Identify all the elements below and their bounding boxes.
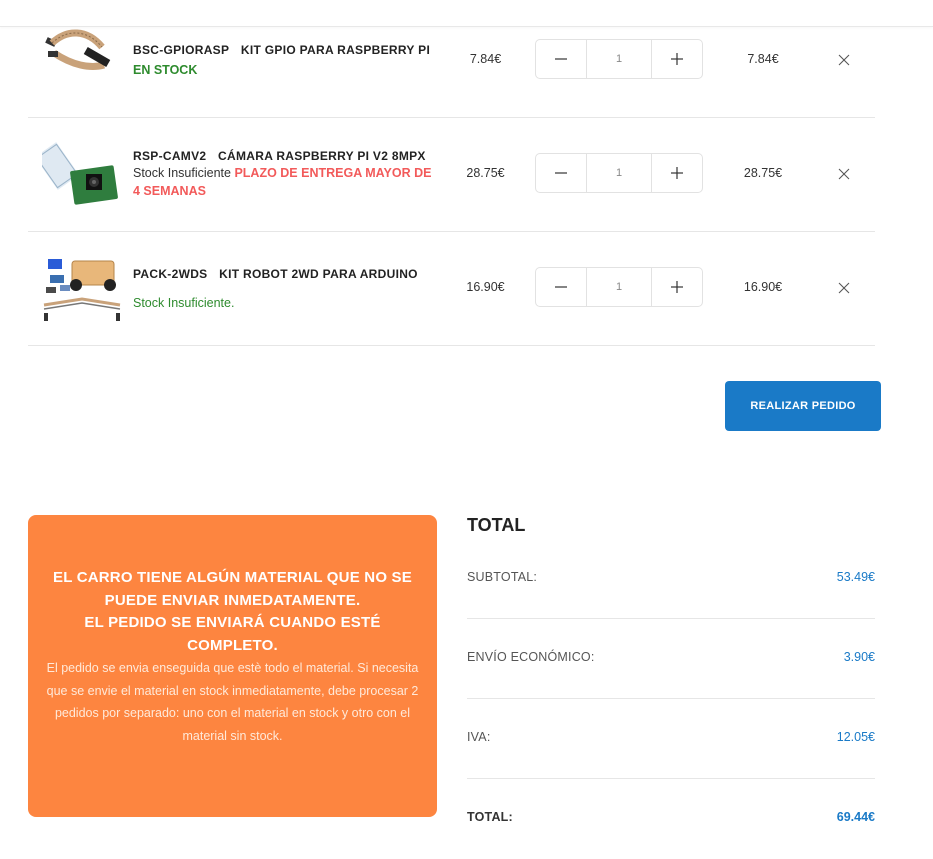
stock-status-label: EN STOCK bbox=[133, 63, 198, 77]
product-name[interactable]: RSP-CAMV2 CÁMARA RASPBERRY PI V2 8MPX bbox=[133, 149, 426, 163]
stock-status: Stock Insuficiente. bbox=[133, 294, 433, 312]
product-sku: PACK-2WDS bbox=[133, 267, 208, 281]
quantity-stepper: 1 bbox=[535, 267, 703, 307]
quantity-input[interactable]: 1 bbox=[586, 154, 652, 192]
cart-item-row: RSP-CAMV2 CÁMARA RASPBERRY PI V2 8MPX St… bbox=[28, 117, 875, 232]
summary-label: ENVÍO ECONÓMICO: bbox=[467, 650, 595, 664]
decrease-quantity-button[interactable] bbox=[536, 40, 586, 78]
line-total: 28.75€ bbox=[743, 166, 783, 180]
plus-icon bbox=[671, 53, 683, 65]
summary-row-shipping: ENVÍO ECONÓMICO: 3.90€ bbox=[467, 619, 875, 699]
minus-icon bbox=[555, 172, 567, 174]
quantity-input[interactable]: 1 bbox=[586, 268, 652, 306]
summary-label: IVA: bbox=[467, 730, 491, 744]
plus-icon bbox=[671, 167, 683, 179]
close-icon bbox=[838, 168, 850, 180]
product-title: CÁMARA RASPBERRY PI V2 8MPX bbox=[218, 149, 426, 163]
cart-item-row: BSC-GPIORASP KIT GPIO PARA RASPBERRY PI … bbox=[28, 3, 875, 118]
unit-price: 16.90€ bbox=[466, 280, 505, 294]
summary-row-subtotal: SUBTOTAL: 53.49€ bbox=[467, 539, 875, 619]
stock-status-label: Stock Insuficiente. bbox=[133, 296, 235, 310]
notice-headline-secondary: EL PEDIDO SE ENVIARÁ CUANDO ESTÉ COMPLET… bbox=[84, 614, 381, 654]
stock-status: Stock Insuficiente PLAZO DE ENTREGA MAYO… bbox=[133, 164, 433, 200]
summary-value: 53.49€ bbox=[836, 570, 875, 584]
decrease-quantity-button[interactable] bbox=[536, 268, 586, 306]
notice-body: El pedido se envia enseguida que estè to… bbox=[46, 661, 419, 743]
summary-label: SUBTOTAL: bbox=[467, 570, 538, 584]
summary-title: TOTAL bbox=[467, 515, 526, 535]
summary-value: 12.05€ bbox=[836, 730, 875, 744]
product-thumbnail-camera[interactable] bbox=[34, 140, 122, 210]
notice-headline: EL CARRO TIENE ALGÚN MATERIAL QUE NO SE … bbox=[53, 569, 412, 609]
stock-status-label: Stock Insuficiente bbox=[133, 166, 231, 180]
stock-status: EN STOCK bbox=[133, 61, 433, 79]
summary-label: TOTAL: bbox=[467, 810, 513, 824]
minus-icon bbox=[555, 58, 567, 60]
close-icon bbox=[838, 54, 850, 66]
product-thumbnail-robot-kit[interactable] bbox=[42, 255, 122, 325]
increase-quantity-button[interactable] bbox=[652, 268, 702, 306]
summary-value: 69.44€ bbox=[836, 810, 875, 824]
line-total: 7.84€ bbox=[747, 52, 779, 66]
increase-quantity-button[interactable] bbox=[652, 40, 702, 78]
cart-item-row: PACK-2WDS KIT ROBOT 2WD PARA ARDUINO Sto… bbox=[28, 231, 875, 346]
quantity-stepper: 1 bbox=[535, 153, 703, 193]
summary-row-tax: IVA: 12.05€ bbox=[467, 699, 875, 779]
product-title: KIT ROBOT 2WD PARA ARDUINO bbox=[219, 267, 418, 281]
remove-item-button[interactable] bbox=[834, 164, 854, 184]
summary-value: 3.90€ bbox=[843, 650, 875, 664]
quantity-input[interactable]: 1 bbox=[586, 40, 652, 78]
decrease-quantity-button[interactable] bbox=[536, 154, 586, 192]
unit-price: 7.84€ bbox=[469, 52, 502, 66]
close-icon bbox=[838, 282, 850, 294]
stock-notice-panel: EL CARRO TIENE ALGÚN MATERIAL QUE NO SE … bbox=[28, 515, 437, 817]
summary-row-total: TOTAL: 69.44€ bbox=[467, 779, 875, 859]
line-total: 16.90€ bbox=[743, 280, 783, 294]
increase-quantity-button[interactable] bbox=[652, 154, 702, 192]
quantity-stepper: 1 bbox=[535, 39, 703, 79]
product-sku: BSC-GPIORASP bbox=[133, 43, 230, 57]
remove-item-button[interactable] bbox=[834, 278, 854, 298]
minus-icon bbox=[555, 286, 567, 288]
plus-icon bbox=[671, 281, 683, 293]
product-title: KIT GPIO PARA RASPBERRY PI bbox=[240, 43, 431, 57]
unit-price: 28.75€ bbox=[466, 166, 505, 180]
product-sku: RSP-CAMV2 bbox=[133, 149, 207, 163]
product-name[interactable]: PACK-2WDS KIT ROBOT 2WD PARA ARDUINO bbox=[133, 267, 418, 281]
remove-item-button[interactable] bbox=[834, 50, 854, 70]
place-order-button[interactable]: REALIZAR PEDIDO bbox=[725, 381, 881, 431]
product-name[interactable]: BSC-GPIORASP KIT GPIO PARA RASPBERRY PI bbox=[133, 43, 430, 57]
product-thumbnail-gpio-kit[interactable] bbox=[42, 25, 122, 95]
